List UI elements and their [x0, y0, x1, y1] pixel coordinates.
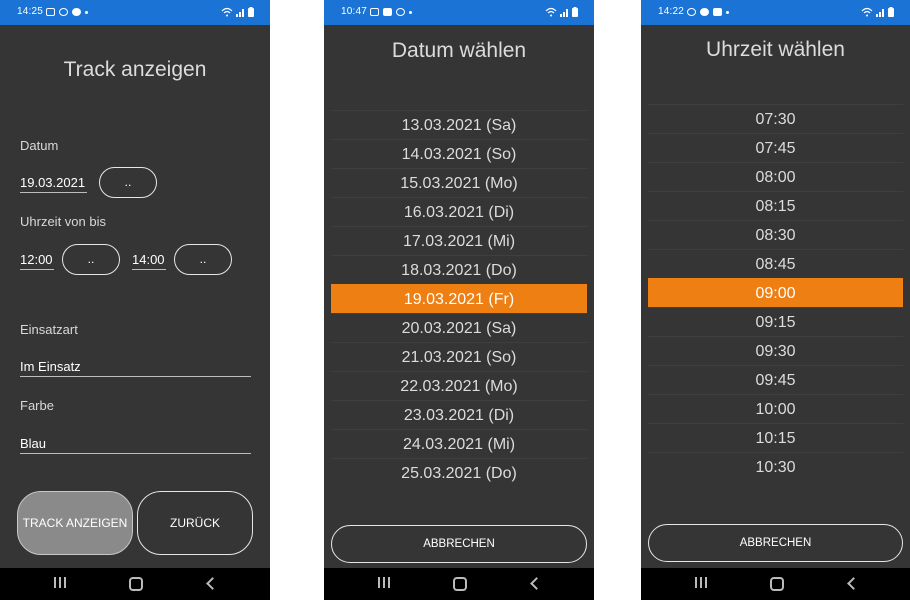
date-item[interactable]: 18.03.2021 (Do) [331, 255, 587, 284]
date-item[interactable]: 16.03.2021 (Di) [331, 197, 587, 226]
whatsapp-icon [687, 8, 696, 16]
time-to-picker-button[interactable]: .. [174, 244, 232, 275]
home-icon[interactable] [453, 577, 467, 591]
date-item[interactable]: 24.03.2021 (Mi) [331, 429, 587, 458]
time-item[interactable]: 08:30 [648, 220, 903, 249]
back-icon[interactable] [206, 577, 219, 590]
cancel-button[interactable]: ABBRECHEN [648, 524, 903, 562]
date-item[interactable]: 25.03.2021 (Do) [331, 458, 587, 487]
android-nav-bar [641, 568, 910, 600]
date-field[interactable]: 19.03.2021 [20, 175, 87, 193]
time-item[interactable]: 09:45 [648, 365, 903, 394]
status-bar: 14:22 [641, 0, 910, 25]
mission-type-dropdown[interactable]: Im Einsatz [20, 359, 251, 377]
recent-apps-icon[interactable] [54, 577, 66, 588]
image-icon [46, 8, 55, 16]
time-list: 07:30 07:45 08:00 08:15 08:30 08:45 09:0… [648, 104, 903, 481]
cancel-button[interactable]: ABBRECHEN [331, 525, 587, 563]
time-from-field[interactable]: 12:00 [20, 252, 54, 270]
phone-screen-track: 14:25 Track anzeigen Datum 19.03.2021 ..… [0, 0, 270, 600]
time-item[interactable]: 08:45 [648, 249, 903, 278]
back-icon[interactable] [530, 577, 543, 590]
date-item[interactable]: 17.03.2021 (Mi) [331, 226, 587, 255]
phone-screen-date-picker: 10:47 Datum wählen 13.03.2021 (Sa) 14.03… [324, 0, 594, 600]
date-item[interactable]: 13.03.2021 (Sa) [331, 110, 587, 139]
wifi-icon [221, 7, 233, 17]
mission-type-label: Einsatzart [20, 322, 78, 337]
battery-icon [248, 7, 254, 17]
page-title: Datum wählen [391, 39, 527, 62]
time-item[interactable]: 07:45 [648, 133, 903, 162]
home-icon[interactable] [770, 577, 784, 591]
more-dot-icon [726, 10, 729, 14]
page-title: Uhrzeit wählen [706, 38, 845, 61]
page-title: Track anzeigen [63, 58, 207, 81]
back-icon[interactable] [847, 577, 860, 590]
home-icon[interactable] [129, 577, 143, 591]
status-bar: 14:25 [0, 0, 270, 25]
date-item[interactable]: 23.03.2021 (Di) [331, 400, 587, 429]
date-item[interactable]: 21.03.2021 (So) [331, 342, 587, 371]
date-item[interactable]: 15.03.2021 (Mo) [331, 168, 587, 197]
facebook-icon [700, 8, 709, 16]
time-to-field[interactable]: 14:00 [132, 252, 166, 270]
battery-icon [572, 7, 578, 17]
date-list: 13.03.2021 (Sa) 14.03.2021 (So) 15.03.20… [331, 110, 587, 487]
date-item[interactable]: 14.03.2021 (So) [331, 139, 587, 168]
date-label: Datum [20, 138, 59, 153]
signal-icon [560, 9, 568, 17]
time-item[interactable]: 10:00 [648, 394, 903, 423]
time-item[interactable]: 10:30 [648, 452, 903, 481]
android-nav-bar [324, 568, 594, 600]
time-item-selected[interactable]: 09:00 [648, 278, 903, 307]
status-bar: 10:47 [324, 0, 594, 25]
status-time: 14:25 [17, 6, 44, 17]
notification-icons [687, 4, 729, 20]
status-time: 14:22 [658, 6, 685, 17]
time-item[interactable]: 07:30 [648, 104, 903, 133]
time-label: Uhrzeit von bis [20, 214, 106, 229]
signal-icon [236, 9, 244, 17]
person-icon [713, 8, 722, 16]
whatsapp-icon [396, 8, 405, 16]
wifi-icon [545, 7, 557, 17]
notification-icons [370, 4, 412, 20]
recent-apps-icon[interactable] [695, 577, 707, 588]
more-dot-icon [85, 10, 88, 14]
color-label: Farbe [20, 398, 54, 413]
color-dropdown[interactable]: Blau [20, 436, 251, 454]
system-icons [861, 5, 894, 19]
time-item[interactable]: 09:30 [648, 336, 903, 365]
notification-icons [46, 4, 88, 20]
time-from-picker-button[interactable]: .. [62, 244, 120, 275]
time-item[interactable]: 08:00 [648, 162, 903, 191]
date-item[interactable]: 22.03.2021 (Mo) [331, 371, 587, 400]
system-icons [221, 5, 254, 19]
facebook-icon [72, 8, 81, 16]
status-time: 10:47 [341, 6, 368, 17]
android-nav-bar [0, 568, 270, 600]
image-icon [370, 8, 379, 16]
show-track-button[interactable]: TRACK ANZEIGEN [17, 491, 133, 555]
date-item-selected[interactable]: 19.03.2021 (Fr) [331, 284, 587, 313]
wifi-icon [861, 7, 873, 17]
phone-screen-time-picker: 14:22 Uhrzeit wählen 07:30 07:45 08:00 0… [641, 0, 910, 600]
sms-icon [383, 8, 392, 16]
recent-apps-icon[interactable] [378, 577, 390, 588]
signal-icon [876, 9, 884, 17]
more-dot-icon [409, 10, 412, 14]
system-icons [545, 5, 578, 19]
time-item[interactable]: 08:15 [648, 191, 903, 220]
date-item[interactable]: 20.03.2021 (Sa) [331, 313, 587, 342]
battery-icon [888, 7, 894, 17]
back-button[interactable]: ZURÜCK [137, 491, 253, 555]
date-picker-button[interactable]: .. [99, 167, 157, 198]
whatsapp-icon [59, 8, 68, 16]
time-item[interactable]: 09:15 [648, 307, 903, 336]
time-item[interactable]: 10:15 [648, 423, 903, 452]
